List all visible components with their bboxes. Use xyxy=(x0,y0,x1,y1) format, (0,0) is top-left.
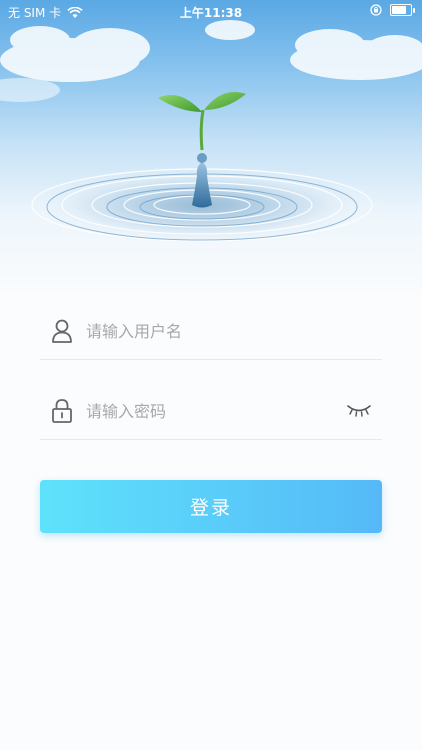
clouds xyxy=(0,20,422,102)
status-bar: 无 SIM 卡 上午11:38 xyxy=(0,0,422,24)
username-input[interactable] xyxy=(86,319,336,343)
battery-icon xyxy=(390,4,415,16)
password-field xyxy=(40,359,382,440)
password-input[interactable] xyxy=(86,399,336,423)
sprout-water-drop-illustration xyxy=(0,20,422,246)
user-icon xyxy=(52,319,72,343)
status-time: 上午11:38 xyxy=(179,6,243,20)
orientation-lock-icon xyxy=(370,4,382,16)
lock-icon xyxy=(52,399,72,423)
login-button[interactable]: 登录 xyxy=(40,480,382,533)
hero-banner xyxy=(0,0,422,300)
eye-closed-icon[interactable] xyxy=(346,403,372,417)
username-field xyxy=(40,279,382,360)
